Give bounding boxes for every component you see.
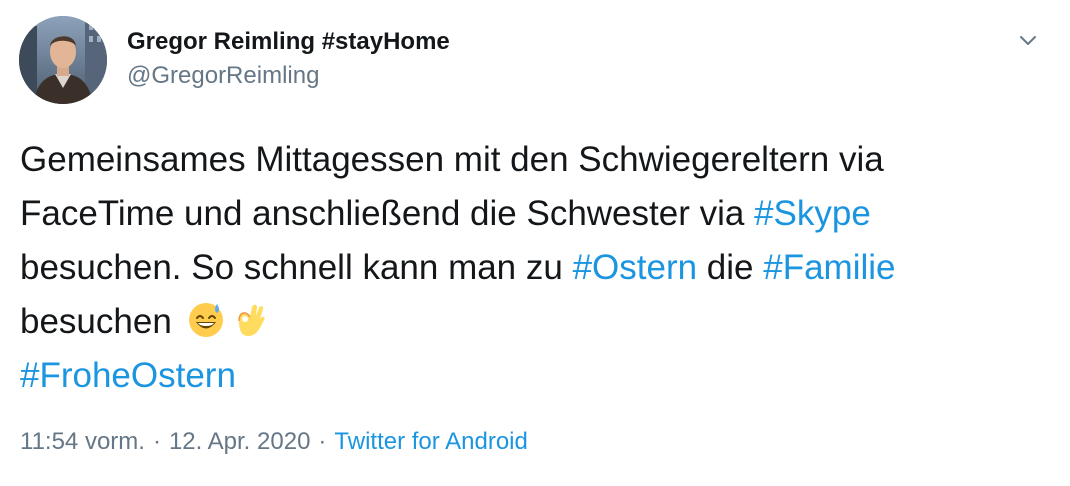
hashtag-link[interactable]: #FroheOstern [20, 356, 236, 395]
tweet-text-segment: Gemeinsames Mittagessen mit den Schwiege… [20, 140, 884, 179]
chevron-down-icon[interactable] [1014, 26, 1042, 54]
avatar[interactable] [19, 16, 107, 104]
tweet-line: besuchen. So schnell kann man zu #Ostern… [20, 241, 1060, 295]
tweet-line: #FroheOstern [20, 349, 1060, 403]
meta-separator: · [318, 428, 327, 455]
tweet-text-segment: FaceTime und anschließend die Schwester … [20, 194, 755, 233]
tweet-text-segment: die [697, 248, 764, 287]
author-block: Gregor Reimling #stayHome @GregorReimlin… [127, 27, 450, 91]
meta-separator: · [152, 428, 161, 455]
tweet-text-segment: besuchen [20, 302, 182, 341]
tweet-source-link[interactable]: Twitter for Android [334, 428, 527, 455]
tweet-card: Gregor Reimling #stayHome @GregorReimlin… [0, 0, 1070, 486]
tweet-line: FaceTime und anschließend die Schwester … [20, 187, 1060, 241]
author-handle[interactable]: @GregorReimling [127, 61, 450, 91]
grinning-sweat-emoji [186, 299, 226, 339]
hashtag-link[interactable]: #Ostern [573, 248, 698, 287]
hashtag-link[interactable]: #Familie [763, 248, 895, 287]
hashtag-link[interactable]: #Skype [754, 194, 871, 233]
tweet-time[interactable]: 11:54 vorm. [20, 428, 145, 455]
tweet-text: Gemeinsames Mittagessen mit den Schwiege… [20, 133, 1060, 403]
tweet-date[interactable]: 12. Apr. 2020 [169, 428, 310, 455]
tweet-line: besuchen [20, 295, 1060, 349]
tweet-line: Gemeinsames Mittagessen mit den Schwiege… [20, 133, 1060, 187]
tweet-text-segment: besuchen. So schnell kann man zu [20, 248, 573, 287]
ok-hand-emoji [230, 299, 270, 339]
author-display-name[interactable]: Gregor Reimling #stayHome [127, 27, 450, 57]
tweet-meta: 11:54 vorm. · 12. Apr. 2020 · Twitter for An… [20, 428, 528, 456]
